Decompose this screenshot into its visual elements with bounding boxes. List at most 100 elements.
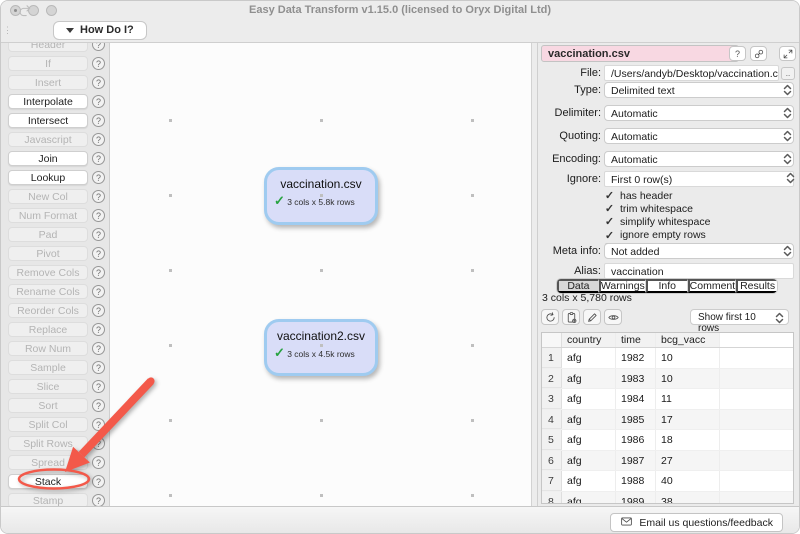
help-icon[interactable]: ? <box>729 46 746 61</box>
type-dropdown[interactable]: Delimited text <box>604 82 794 98</box>
stepper-icon[interactable] <box>782 107 793 119</box>
stepper-icon[interactable] <box>782 153 793 165</box>
table-row[interactable]: 2afg198310 <box>542 369 793 390</box>
checkbox-trim-whitespace[interactable]: ✓trim whitespace <box>604 202 693 215</box>
table-cell: afg <box>562 430 616 450</box>
show-rows-dropdown[interactable]: Show first 10 rows <box>690 309 789 325</box>
quoting-label: Quoting: <box>501 130 601 142</box>
help-icon[interactable]: ? <box>92 285 105 298</box>
help-icon[interactable]: ? <box>92 323 105 336</box>
alias-field[interactable]: vaccination <box>604 263 794 279</box>
column-header[interactable]: country <box>562 333 616 347</box>
sidebar-item-join[interactable]: Join <box>8 151 88 166</box>
help-icon[interactable]: ? <box>92 456 105 469</box>
checkbox-simplify-whitespace[interactable]: ✓simplify whitespace <box>604 215 710 228</box>
table-row[interactable]: 8afg198938 <box>542 492 793 505</box>
help-icon[interactable]: ? <box>92 209 105 222</box>
help-icon[interactable]: ? <box>92 190 105 203</box>
checkmark-icon[interactable]: ✓ <box>604 202 615 215</box>
help-icon[interactable]: ? <box>92 494 105 506</box>
eye-icon[interactable] <box>604 309 622 325</box>
node-vaccination2-csv[interactable]: vaccination2.csv 3 cols x 4.5k rows ✓ <box>264 319 378 376</box>
checkbox-ignore-empty-rows[interactable]: ✓ignore empty rows <box>604 229 706 242</box>
expand-icon[interactable] <box>779 46 796 61</box>
meta-info-dropdown[interactable]: Not added <box>604 243 794 259</box>
column-header[interactable]: time <box>616 333 656 347</box>
column-header[interactable]: bcg_vacc <box>656 333 720 347</box>
help-icon[interactable]: ? <box>92 399 105 412</box>
tab-data[interactable]: Data <box>557 279 599 293</box>
help-icon[interactable]: ? <box>92 152 105 165</box>
node-title: vaccination2.csv <box>267 329 375 343</box>
sidebar-item-interpolate[interactable]: Interpolate <box>8 94 88 109</box>
sidebar-row: Pivot? <box>1 244 109 263</box>
help-icon[interactable]: ? <box>92 437 105 450</box>
checkmark-icon[interactable]: ✓ <box>604 215 615 228</box>
stepper-icon[interactable] <box>785 172 796 184</box>
help-icon[interactable]: ? <box>92 133 105 146</box>
sidebar-item-stack[interactable]: Stack <box>8 474 88 489</box>
table-row[interactable]: 4afg198517 <box>542 410 793 431</box>
table-row[interactable]: 7afg198840 <box>542 471 793 492</box>
table-row[interactable]: 5afg198618 <box>542 430 793 451</box>
table-row[interactable]: 3afg198411 <box>542 389 793 410</box>
help-icon[interactable]: ? <box>92 57 105 70</box>
clipboard-icon[interactable] <box>562 309 580 325</box>
tab-results[interactable]: Results <box>736 279 777 293</box>
help-icon[interactable]: ? <box>92 114 105 127</box>
refresh-icon[interactable] <box>541 309 559 325</box>
tab-warnings[interactable]: Warnings <box>599 279 646 293</box>
data-preview-table[interactable]: countrytimebcg_vacc 1afg1982102afg198310… <box>541 332 794 504</box>
table-header-row: countrytimebcg_vacc <box>542 333 793 348</box>
how-do-i-button[interactable]: How Do I? <box>53 21 147 40</box>
stepper-icon[interactable] <box>782 245 793 257</box>
sidebar-row: Lookup? <box>1 168 109 187</box>
type-label: Type: <box>501 84 601 96</box>
table-row[interactable]: 6afg198727 <box>542 451 793 472</box>
show-rows-value: Show first 10 rows <box>698 312 756 334</box>
help-icon[interactable]: ? <box>92 43 105 51</box>
ignore-rows-field[interactable]: First 0 row(s) <box>604 171 794 187</box>
window-title: Easy Data Transform v1.15.0 (licensed to… <box>1 4 799 16</box>
help-icon[interactable]: ? <box>92 228 105 241</box>
green-check-icon: ✓ <box>274 193 285 209</box>
help-icon[interactable]: ? <box>92 95 105 108</box>
help-icon[interactable]: ? <box>92 380 105 393</box>
browse-file-button[interactable]: .. <box>781 67 795 80</box>
help-icon[interactable]: ? <box>92 361 105 374</box>
delimiter-dropdown[interactable]: Automatic <box>604 105 794 121</box>
row-number: 8 <box>542 492 562 505</box>
edit-pencil-icon[interactable] <box>583 309 601 325</box>
help-icon[interactable]: ? <box>92 304 105 317</box>
stepper-icon[interactable] <box>782 130 793 142</box>
quoting-dropdown[interactable]: Automatic <box>604 128 794 144</box>
email-feedback-button[interactable]: Email us questions/feedback <box>610 513 783 532</box>
help-icon[interactable]: ? <box>92 247 105 260</box>
help-icon[interactable]: ? <box>92 418 105 431</box>
stepper-icon[interactable] <box>782 84 793 96</box>
help-icon[interactable]: ? <box>92 76 105 89</box>
input-filename-field[interactable]: vaccination.csv <box>541 45 739 62</box>
sidebar-item-lookup[interactable]: Lookup <box>8 170 88 185</box>
tab-comment[interactable]: Comment <box>688 279 737 293</box>
help-icon[interactable]: ? <box>92 171 105 184</box>
sidebar-item-row-num: Row Num <box>8 341 88 356</box>
row-number: 3 <box>542 389 562 409</box>
link-icon[interactable] <box>750 46 767 61</box>
help-icon[interactable]: ? <box>92 266 105 279</box>
tab-info[interactable]: Info <box>646 279 688 293</box>
titlebar: Easy Data Transform v1.15.0 (licensed to… <box>1 1 799 18</box>
table-row[interactable]: 1afg198210 <box>542 348 793 369</box>
encoding-dropdown[interactable]: Automatic <box>604 151 794 167</box>
column-header[interactable] <box>542 333 562 347</box>
checkmark-icon[interactable]: ✓ <box>604 229 615 242</box>
help-icon[interactable]: ? <box>92 475 105 488</box>
checkmark-icon[interactable]: ✓ <box>604 189 615 202</box>
workflow-canvas[interactable]: vaccination.csv 3 cols x 5.8k rows ✓ vac… <box>110 43 531 506</box>
help-icon[interactable]: ? <box>92 342 105 355</box>
grid-dot <box>471 119 474 122</box>
sidebar-item-intersect[interactable]: Intersect <box>8 113 88 128</box>
file-path-field[interactable]: /Users/andyb/Desktop/vaccination.csv <box>604 65 779 81</box>
sidebar-item-num-format: Num Format <box>8 208 88 223</box>
checkbox-has-header[interactable]: ✓has header <box>604 189 673 202</box>
